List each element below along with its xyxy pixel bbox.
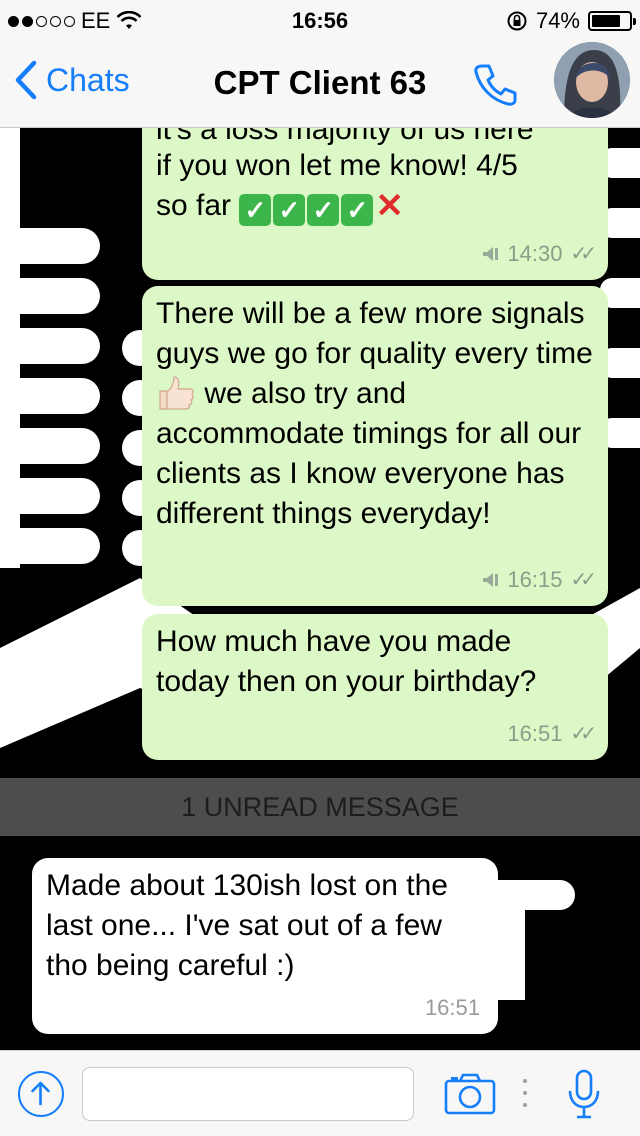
- battery-icon: [588, 11, 636, 31]
- message-text: we also try and accommodate timings for …: [156, 377, 582, 530]
- contact-avatar[interactable]: [554, 42, 630, 118]
- check-mark-emoji: ✓: [307, 194, 340, 226]
- message-time: 16:51: [507, 721, 563, 746]
- broadcast-icon: [483, 573, 499, 587]
- message-bubble-incoming[interactable]: Made about 130ish lost on the last one..…: [32, 858, 498, 1034]
- camera-icon: [444, 1073, 496, 1115]
- message-time: 16:15: [507, 567, 563, 592]
- status-bar: EE 16:56 74%: [0, 0, 640, 40]
- cross-mark-emoji: ✕: [375, 187, 404, 225]
- message-input[interactable]: [82, 1067, 414, 1121]
- share-button[interactable]: [18, 1071, 64, 1117]
- chat-header: Chats CPT Client 63: [0, 40, 640, 128]
- read-receipt-icon: ✓✓: [570, 723, 596, 745]
- voice-record-button[interactable]: [566, 1067, 602, 1126]
- rotation-lock-icon: [507, 11, 527, 31]
- message-bubble-outgoing[interactable]: How much have you made today then on you…: [142, 614, 608, 760]
- message-text: if you won let me know! 4/5: [156, 149, 518, 182]
- message-time: 14:30: [507, 241, 563, 266]
- arrow-up-icon: [31, 1081, 50, 1106]
- message-text: so far: [156, 189, 232, 222]
- message-bubble-outgoing[interactable]: it's a loss majority of us here if you w…: [142, 128, 608, 280]
- message-text: Made about 130ish lost on the last one..…: [46, 869, 448, 982]
- message-text-line: so far ✓ ✓ ✓ ✓ ✕: [156, 186, 594, 226]
- check-mark-emoji: ✓: [273, 194, 306, 226]
- contact-photo: [554, 42, 630, 118]
- voice-call-button[interactable]: [470, 58, 522, 115]
- message-composer: [0, 1050, 640, 1136]
- message-list[interactable]: it's a loss majority of us here if you w…: [0, 128, 640, 1050]
- read-receipt-icon: ✓✓: [570, 569, 596, 591]
- message-bubble-outgoing[interactable]: There will be a few more signals guys we…: [142, 286, 608, 606]
- chevron-left-icon: [15, 60, 37, 100]
- message-meta: 16:15 ✓✓: [481, 560, 597, 600]
- phone-icon: [474, 64, 517, 106]
- check-mark-emoji: ✓: [341, 194, 374, 226]
- message-meta: 16:51 ✓✓: [507, 714, 596, 754]
- back-button[interactable]: Chats: [14, 60, 130, 100]
- separator-dots-icon: [523, 1079, 527, 1107]
- camera-button[interactable]: [444, 1073, 496, 1120]
- message-meta: 16:51: [425, 988, 480, 1028]
- check-mark-emoji: ✓: [239, 194, 272, 226]
- message-text-partial: it's a loss majority of us here: [156, 128, 534, 146]
- message-time: 16:51: [424, 995, 480, 1020]
- broadcast-icon: [483, 247, 499, 261]
- battery-percentage: 74%: [535, 8, 580, 33]
- message-text: How much have you made today then on you…: [156, 625, 537, 698]
- status-right: 74%: [506, 8, 636, 34]
- message-text: There will be a few more signals guys we…: [156, 297, 593, 370]
- unread-messages-banner: 1 UNREAD MESSAGE: [0, 778, 640, 836]
- thumbs-up-emoji: [159, 376, 194, 410]
- read-receipt-icon: ✓✓: [570, 243, 596, 265]
- message-meta: 14:30 ✓✓: [481, 234, 597, 274]
- back-button-label: Chats: [46, 61, 130, 98]
- message-text-block: There will be a few more signals guys we…: [156, 294, 594, 534]
- microphone-icon: [568, 1069, 600, 1119]
